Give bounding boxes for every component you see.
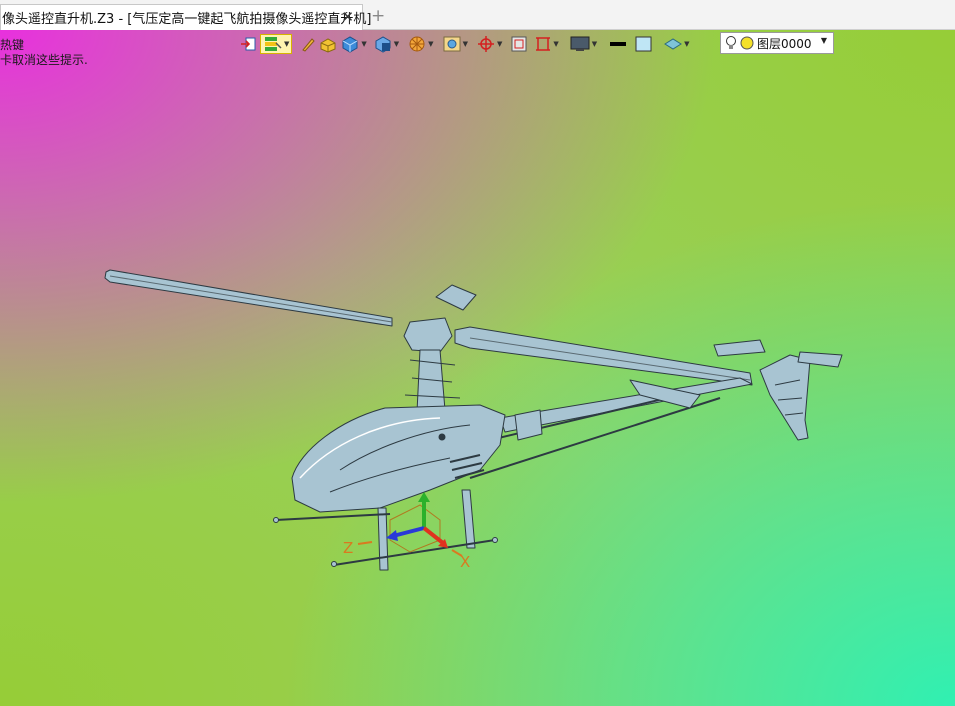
rotor-blade-right [454,326,753,386]
tail-fin [759,354,811,441]
new-tab-button[interactable]: + [371,6,385,26]
skid-strut-rear [461,489,476,549]
servo-box [514,409,543,441]
tail-rotor-blade-up [713,339,766,357]
skid-rail-left [275,513,391,521]
rotor-head [403,317,453,353]
tab-title: 像头遥控直升机.Z3 - [气压定高一键起飞航拍摄像头遥控直升机] [2,12,372,27]
document-tab[interactable]: 像头遥控直升机.Z3 - [气压定高一键起飞航拍摄像头遥控直升机] ✕ [0,4,371,30]
flybar-paddle [435,284,477,311]
z-axis-label: Z [343,539,353,557]
tab-bar: 像头遥控直升机.Z3 - [气压定高一键起飞航拍摄像头遥控直升机] ✕ + [0,0,955,30]
z-axis-arrow [392,526,425,538]
rotor-blade-left [104,269,393,327]
x-axis-label: X [460,553,470,571]
skid-strut-front [377,507,389,571]
3d-viewport[interactable]: 热键 卡取消这些提示. ▼ ▼ ▼ ▼ ▼ ▼ ▼ ▼ ▼ 图层0000 ▼ Z… [0,30,955,706]
helicopter-model: Z X [104,269,843,571]
canopy [291,404,506,513]
close-tab-icon[interactable]: ✕ [341,8,354,26]
